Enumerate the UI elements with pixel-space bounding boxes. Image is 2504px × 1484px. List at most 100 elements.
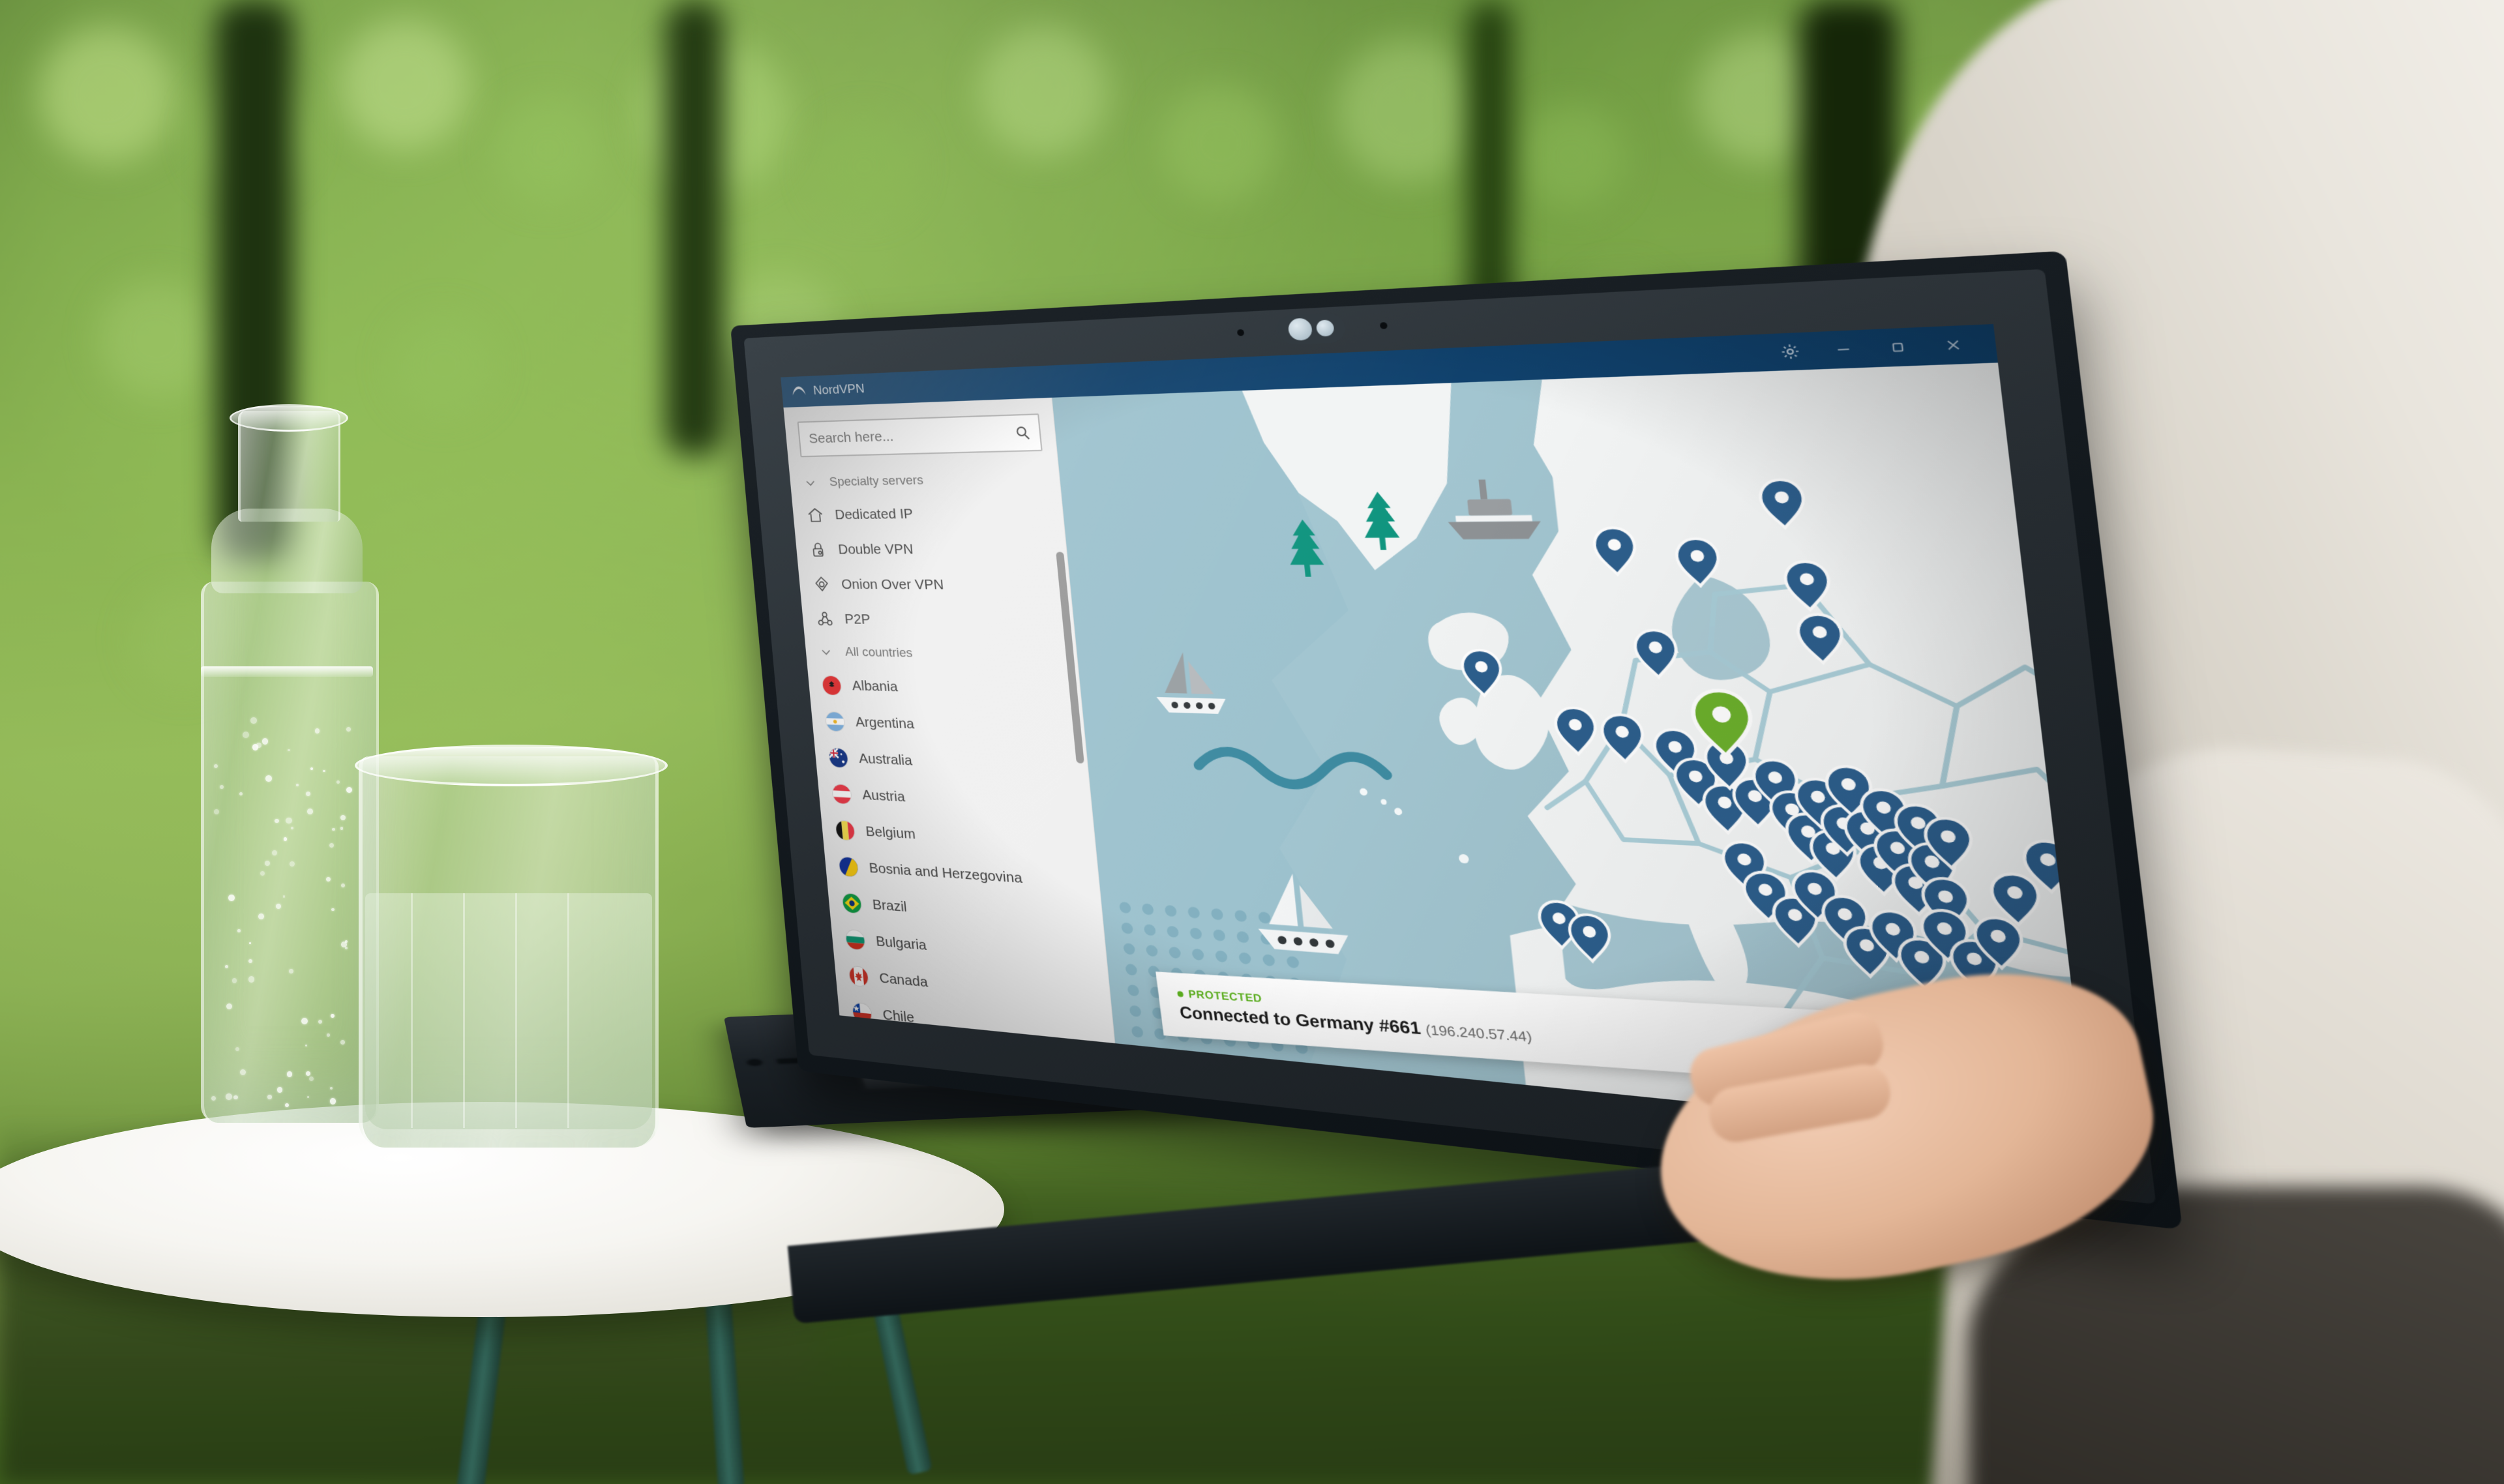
- country-label: Bosnia and Herzegovina: [869, 860, 1023, 887]
- bubble: [327, 1033, 330, 1037]
- bubble: [211, 1096, 216, 1101]
- carafe-lip: [230, 404, 348, 432]
- bubble: [225, 965, 228, 968]
- close-button[interactable]: [1923, 325, 1984, 365]
- country-label: Austria: [861, 787, 906, 805]
- sidebar-item-double-vpn[interactable]: Double VPN: [795, 531, 1068, 567]
- chevron-down-icon: [819, 646, 833, 659]
- bubble: [315, 728, 320, 734]
- bokeh-light: [391, 313, 496, 417]
- flag-icon-ar: [826, 712, 845, 732]
- bokeh-light: [496, 98, 600, 202]
- bubble: [286, 818, 291, 824]
- search-input[interactable]: [807, 424, 1015, 447]
- bubble: [341, 942, 347, 947]
- specialty-servers-group[interactable]: Specialty servers: [789, 462, 1061, 499]
- nordvpn-eye-icon: [790, 383, 807, 400]
- bokeh-light: [339, 20, 470, 150]
- glass-facet: [515, 893, 517, 1128]
- home-icon: [807, 507, 825, 524]
- water-carafe: [189, 411, 385, 1135]
- bubble: [323, 770, 325, 772]
- flag-icon-br: [842, 893, 861, 913]
- bokeh-light: [39, 26, 176, 163]
- bubble: [226, 1003, 232, 1009]
- country-label: Bulgaria: [875, 934, 927, 955]
- bubble: [340, 1040, 344, 1044]
- glass-facet: [567, 893, 569, 1128]
- sidebar-item-onion-over-vpn[interactable]: Onion Over VPN: [798, 567, 1071, 604]
- sidebar-item-label: Onion Over VPN: [841, 576, 944, 593]
- bubble: [249, 942, 251, 944]
- camera-icon: [1276, 312, 1347, 345]
- sidebar-item-label: Dedicated IP: [834, 506, 914, 523]
- country-label: Belgium: [865, 824, 916, 843]
- microphone-dot: [1380, 321, 1388, 329]
- sidebar-item-label: P2P: [844, 612, 871, 628]
- country-list: Albania Argentina Australia Austria Belgium B…: [807, 667, 1114, 1043]
- bubble: [226, 1093, 232, 1100]
- flag-icon-al: [822, 676, 842, 695]
- bubble: [285, 1103, 289, 1107]
- glass-rim: [355, 745, 668, 786]
- bubble: [330, 1098, 336, 1105]
- tree-trunk: [665, 0, 724, 456]
- group-label: All countries: [844, 645, 913, 661]
- country-label: Canada: [878, 970, 928, 991]
- microphone-dot: [1237, 329, 1244, 336]
- bubble: [233, 1095, 237, 1099]
- bubble: [248, 959, 252, 963]
- bokeh-light: [978, 26, 1109, 156]
- bubble: [310, 767, 313, 770]
- bubble: [289, 969, 293, 973]
- camera-lens: [1287, 318, 1313, 341]
- country-label: Brazil: [872, 897, 908, 915]
- ip-address: (196.240.57.44): [1425, 1022, 1533, 1045]
- flag-icon-au: [829, 748, 848, 767]
- bubble: [272, 850, 277, 855]
- bokeh-light: [1337, 39, 1480, 183]
- bubble: [239, 792, 243, 795]
- bubble: [275, 819, 278, 823]
- search-box[interactable]: [797, 413, 1043, 457]
- bubble: [265, 775, 272, 782]
- bubble: [250, 717, 257, 724]
- sidebar-item-label: Double VPN: [837, 541, 914, 557]
- maximize-icon: [1888, 340, 1908, 355]
- bubble: [283, 895, 286, 898]
- sidebar-item-p2p[interactable]: P2P: [801, 602, 1075, 640]
- minimize-icon: [1833, 341, 1854, 358]
- settings-button[interactable]: [1762, 332, 1819, 371]
- close-icon: [1943, 336, 1965, 354]
- country-label: Australia: [858, 750, 913, 769]
- bubble: [331, 1014, 335, 1018]
- bubble: [256, 743, 261, 747]
- chevron-down-icon: [803, 476, 817, 490]
- specialty-servers-list: Dedicated IP Double VPN Onion Over VPN P2P: [792, 494, 1075, 640]
- ir-camera-lens: [1316, 319, 1335, 336]
- minimize-button[interactable]: [1815, 329, 1873, 369]
- maximize-button[interactable]: [1868, 327, 1928, 368]
- gear-icon: [1779, 342, 1802, 361]
- search-icon[interactable]: [1013, 424, 1032, 441]
- flag-icon-cl: [852, 1003, 872, 1024]
- bubble: [237, 929, 240, 932]
- bubble: [220, 785, 224, 789]
- status-dot: [1177, 990, 1184, 997]
- sidebar-item-dedicated-ip[interactable]: Dedicated IP: [792, 494, 1064, 533]
- country-label: Chile: [882, 1007, 915, 1026]
- sidebar-scroll-area[interactable]: Specialty servers Dedicated IP Double VPN…: [789, 462, 1114, 1043]
- glass-water: [365, 893, 652, 1129]
- bubble: [228, 895, 235, 901]
- flag-icon-be: [835, 820, 855, 840]
- flag-icon-ba: [839, 857, 858, 877]
- bubble: [214, 764, 218, 768]
- flag-icon-ca: [849, 966, 869, 987]
- bubble: [235, 1047, 239, 1051]
- laptop: NordVPN Search here... Specialty servers…: [730, 326, 1852, 1187]
- bubble: [306, 1071, 310, 1076]
- lock-icon: [810, 541, 828, 559]
- bubble: [277, 1087, 282, 1092]
- bubble: [336, 780, 340, 784]
- bokeh-light: [815, 117, 913, 215]
